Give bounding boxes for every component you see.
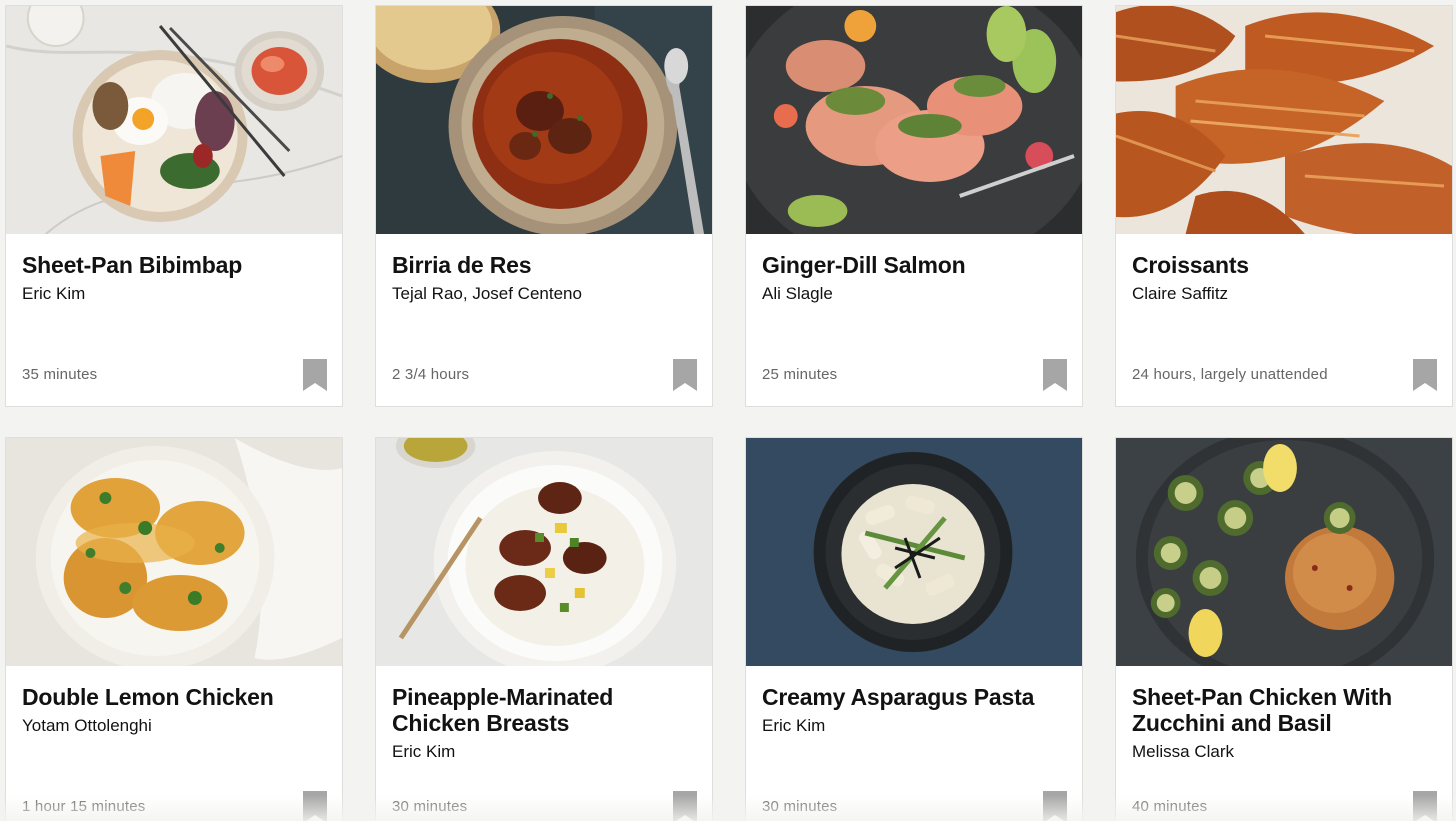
recipe-author[interactable]: Claire Saffitz [1132, 284, 1436, 304]
recipe-photo[interactable] [746, 438, 1082, 666]
bookmark-icon[interactable] [673, 359, 697, 391]
recipe-info: Double Lemon Chicken Yotam Ottolenghi 1 … [6, 666, 342, 821]
recipe-info: Ginger-Dill Salmon Ali Slagle 25 minutes [746, 234, 1082, 406]
recipe-title[interactable]: Sheet-Pan Bibimbap [22, 252, 326, 278]
recipe-time: 35 minutes [22, 366, 98, 383]
recipe-time: 30 minutes [392, 798, 468, 815]
recipe-title[interactable]: Croissants [1132, 252, 1436, 278]
recipe-info: Creamy Asparagus Pasta Eric Kim 30 minut… [746, 666, 1082, 821]
recipe-photo[interactable] [746, 6, 1082, 234]
bookmark-icon[interactable] [1043, 791, 1067, 821]
recipe-card[interactable]: Sheet-Pan Bibimbap Eric Kim 35 minutes [5, 5, 343, 407]
recipe-author[interactable]: Eric Kim [762, 716, 1066, 736]
recipe-title[interactable]: Sheet-Pan Chicken With Zucchini and Basi… [1132, 684, 1436, 736]
recipe-photo[interactable] [6, 438, 342, 666]
recipe-author[interactable]: Eric Kim [22, 284, 326, 304]
recipe-author[interactable]: Tejal Rao, Josef Centeno [392, 284, 696, 304]
recipe-card[interactable]: Pineapple-Marinated Chicken Breasts Eric… [375, 437, 713, 821]
recipe-title[interactable]: Ginger-Dill Salmon [762, 252, 1066, 278]
recipe-info: Sheet-Pan Chicken With Zucchini and Basi… [1116, 666, 1452, 821]
recipe-title[interactable]: Birria de Res [392, 252, 696, 278]
recipe-time: 2 3/4 hours [392, 366, 470, 383]
recipe-author[interactable]: Yotam Ottolenghi [22, 716, 326, 736]
bookmark-icon[interactable] [303, 359, 327, 391]
recipe-photo[interactable] [1116, 438, 1452, 666]
recipe-info: Pineapple-Marinated Chicken Breasts Eric… [376, 666, 712, 821]
bookmark-icon[interactable] [303, 791, 327, 821]
recipe-author[interactable]: Melissa Clark [1132, 742, 1436, 762]
recipe-photo[interactable] [376, 6, 712, 234]
recipe-card[interactable]: Croissants Claire Saffitz 24 hours, larg… [1115, 5, 1453, 407]
recipe-card[interactable]: Ginger-Dill Salmon Ali Slagle 25 minutes [745, 5, 1083, 407]
recipe-time: 30 minutes [762, 798, 838, 815]
recipe-card[interactable]: Creamy Asparagus Pasta Eric Kim 30 minut… [745, 437, 1083, 821]
bookmark-icon[interactable] [1413, 359, 1437, 391]
recipe-time: 25 minutes [762, 366, 838, 383]
recipe-card[interactable]: Sheet-Pan Chicken With Zucchini and Basi… [1115, 437, 1453, 821]
recipe-photo[interactable] [376, 438, 712, 666]
recipe-title[interactable]: Double Lemon Chicken [22, 684, 326, 710]
recipe-time: 24 hours, largely unattended [1132, 366, 1328, 383]
recipe-title[interactable]: Creamy Asparagus Pasta [762, 684, 1066, 710]
recipe-author[interactable]: Ali Slagle [762, 284, 1066, 304]
bookmark-icon[interactable] [1413, 791, 1437, 821]
bookmark-icon[interactable] [673, 791, 697, 821]
recipe-title[interactable]: Pineapple-Marinated Chicken Breasts [392, 684, 696, 736]
recipe-card[interactable]: Double Lemon Chicken Yotam Ottolenghi 1 … [5, 437, 343, 821]
recipe-info: Croissants Claire Saffitz 24 hours, larg… [1116, 234, 1452, 406]
recipe-photo[interactable] [1116, 6, 1452, 234]
recipe-author[interactable]: Eric Kim [392, 742, 696, 762]
recipe-photo[interactable] [6, 6, 342, 234]
recipe-time: 1 hour 15 minutes [22, 798, 146, 815]
recipe-info: Sheet-Pan Bibimbap Eric Kim 35 minutes [6, 234, 342, 406]
recipe-grid: Sheet-Pan Bibimbap Eric Kim 35 minutes B… [0, 0, 1456, 821]
bookmark-icon[interactable] [1043, 359, 1067, 391]
recipe-card[interactable]: Birria de Res Tejal Rao, Josef Centeno 2… [375, 5, 713, 407]
recipe-time: 40 minutes [1132, 798, 1208, 815]
recipe-info: Birria de Res Tejal Rao, Josef Centeno 2… [376, 234, 712, 406]
